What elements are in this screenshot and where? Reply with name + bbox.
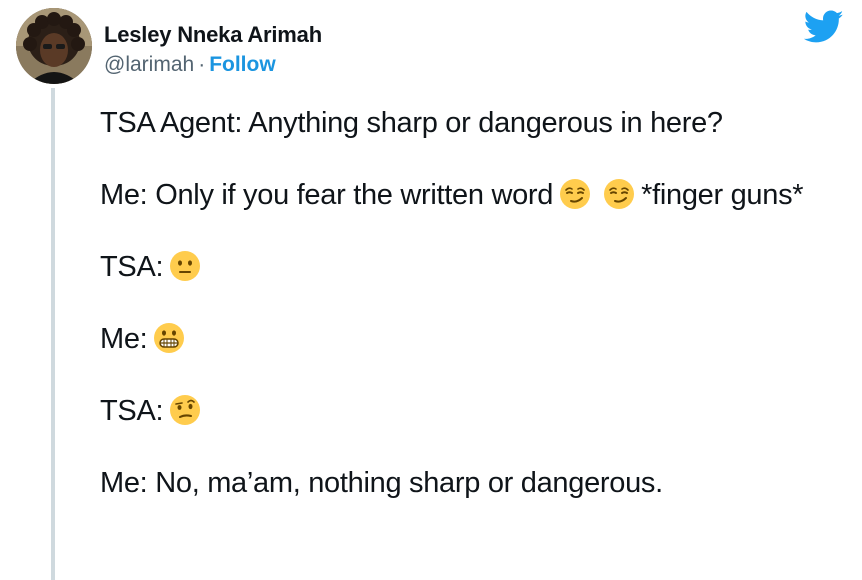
dialogue-text: Only if you fear the written word [155, 179, 554, 211]
speaker-label: TSA: [100, 395, 164, 427]
tweet-embed: Lesley Nneka Arimah @larimah · Follow TSA … [0, 0, 862, 580]
speaker-label: Me: [100, 323, 148, 355]
author-name[interactable]: Lesley Nneka Arimah [104, 22, 322, 48]
twitter-bird-icon[interactable] [804, 10, 844, 44]
grimacing-face-icon [153, 322, 185, 354]
tweet-line: Me: Only if you fear the written word *fi… [100, 176, 840, 214]
tweet-line: TSA Agent: Anything sharp or dangerous i… [100, 104, 840, 142]
tweet-text: TSA Agent: Anything sharp or dangerous i… [100, 104, 840, 536]
author-meta: @larimah · Follow [104, 52, 322, 78]
speaker-label: Me: [100, 467, 148, 499]
dialogue-text: No, ma’am, nothing sharp or dangerous. [155, 467, 663, 499]
follow-button[interactable]: Follow [209, 53, 276, 76]
meta-separator: · [198, 53, 206, 76]
smirking-face-icon [559, 178, 591, 210]
tweet-line: TSA: [100, 248, 840, 286]
speaker-label: Me: [100, 179, 148, 211]
smirking-face-icon [603, 178, 635, 210]
dialogue-text-after: *finger guns* [641, 179, 804, 211]
speaker-label: TSA Agent: [100, 107, 243, 139]
thread-connector [51, 88, 55, 580]
author-handle[interactable]: @larimah [104, 53, 194, 76]
tweet-line: Me: [100, 320, 840, 358]
tweet-line: Me: No, ma’am, nothing sharp or dangerou… [100, 464, 840, 502]
author-block: Lesley Nneka Arimah @larimah · Follow [104, 22, 322, 78]
dialogue-text: Anything sharp or dangerous in here? [248, 107, 723, 139]
face-with-raised-eyebrow-icon [169, 394, 201, 426]
avatar-image [16, 8, 92, 84]
neutral-face-icon [169, 250, 201, 282]
author-avatar[interactable] [16, 8, 92, 84]
tweet-line: TSA: [100, 392, 840, 430]
speaker-label: TSA: [100, 251, 164, 283]
